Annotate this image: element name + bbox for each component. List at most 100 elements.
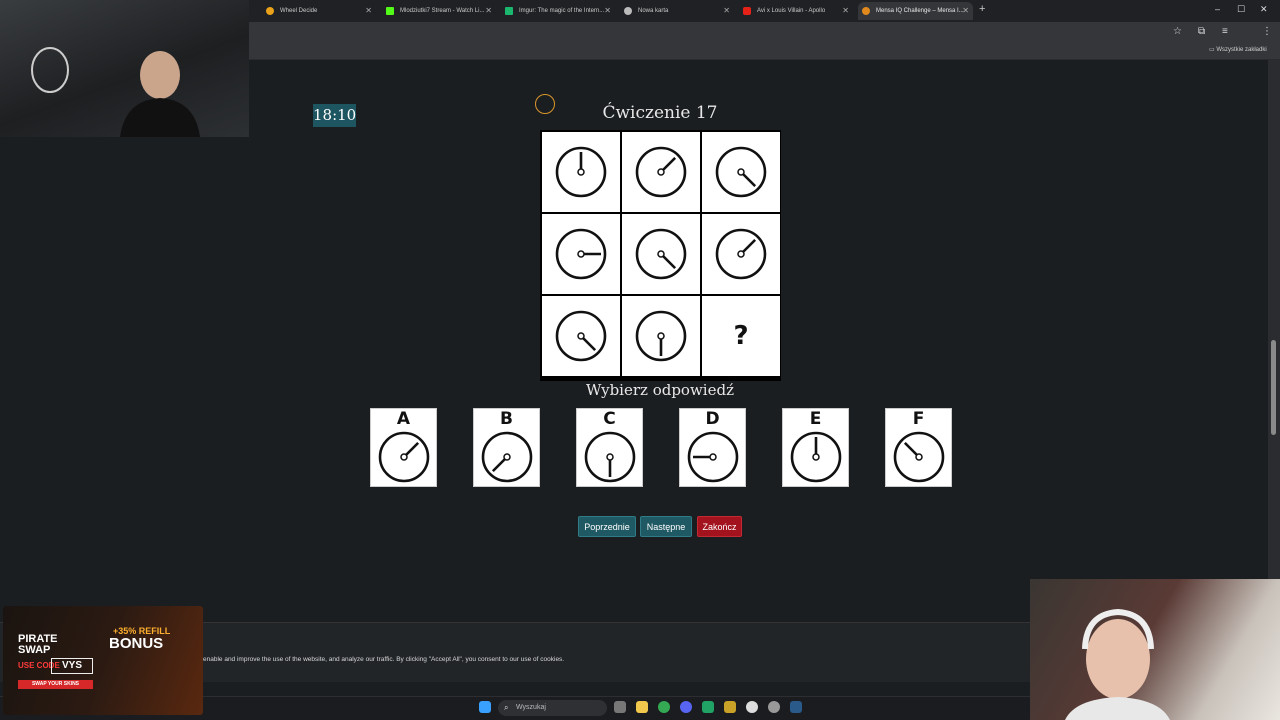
pirateswap-ad-banner: PIRATE SWAP +35% REFILL BONUS USE CODE V… [3,606,203,715]
clock-icon [481,431,533,483]
puzzle-grid: ? [540,130,781,381]
grid-cell [702,132,780,212]
previous-button[interactable]: Poprzednie [578,516,636,537]
answer-option-a[interactable]: A [370,408,437,487]
spreadsheet-icon[interactable] [702,701,714,713]
all-bookmarks-link[interactable]: ▭ Wszystkie zakładki [1209,46,1267,53]
streamer-webcam-bottom-right [1030,579,1280,720]
grid-cell [702,214,780,294]
tab-label: Nowa karta [638,8,669,14]
tab-kick-stream[interactable]: Mlodziutki7 Stream - Watch Li... ✕ [382,2,496,20]
app-icon[interactable] [746,701,758,713]
clock-icon [893,431,945,483]
windows-start-icon[interactable] [479,701,491,713]
new-tab-button[interactable]: + [979,3,985,15]
steam-icon[interactable] [790,701,802,713]
ad-bonus: BONUS [109,635,164,652]
tab-label: Wheel Decide [280,8,318,14]
tab-mensa[interactable]: Mensa IQ Challenge – Mensa I... ✕ [858,2,973,20]
ad-code: VYS [51,658,93,674]
clock-icon [635,228,687,280]
chrome-icon[interactable] [658,701,670,713]
person-silhouette-icon [31,47,200,137]
clock-icon [635,146,687,198]
cookie-text: enable and improve the use of the websit… [203,656,565,663]
clock-icon [687,431,739,483]
star-icon[interactable]: ☆ [1173,26,1182,37]
app-icon[interactable] [724,701,736,713]
answer-option-c[interactable]: C [576,408,643,487]
imgur-favicon-icon [505,7,513,15]
clock-icon [715,228,767,280]
search-placeholder: Wyszukaj [516,704,546,711]
answer-letter: C [603,409,616,429]
taskbar-search-input[interactable]: ⌕ Wyszukaj [498,700,607,716]
choose-answer-label: Wybierz odpowiedź [586,381,734,399]
clock-icon [555,228,607,280]
close-tab-icon[interactable]: ✕ [842,2,849,20]
answer-option-f[interactable]: F [885,408,952,487]
answer-letter: F [912,409,925,429]
tab-imgur[interactable]: Imgur: The magic of the Intern... ✕ [501,2,615,20]
close-window-button[interactable]: ✕ [1260,4,1268,15]
clock-icon [790,431,842,483]
answer-letter: B [500,409,513,429]
streamer-webcam-top-left [0,0,249,137]
next-button[interactable]: Następne [640,516,692,537]
clock-icon [555,310,607,362]
close-tab-icon[interactable]: ✕ [485,2,492,20]
tab-label: Avi x Louis Villain - Apollo [757,8,826,14]
answer-letter: D [705,409,720,429]
tab-youtube[interactable]: Avi x Louis Villain - Apollo ✕ [739,2,853,20]
close-tab-icon[interactable]: ✕ [604,2,611,20]
close-tab-icon[interactable]: ✕ [365,2,372,20]
person-silhouette-icon [1065,608,1170,720]
question-mark: ? [733,321,749,351]
grid-cell [622,132,700,212]
ad-cta: SWAP YOUR SKINS [18,680,93,689]
cursor-highlight-icon [535,94,555,114]
clock-icon [555,146,607,198]
youtube-favicon-icon [743,7,751,15]
tab-wheel-decide[interactable]: Wheel Decide ✕ [262,2,376,20]
answer-option-b[interactable]: B [473,408,540,487]
app-icon[interactable] [768,701,780,713]
answer-letter: A [396,409,411,429]
close-tab-icon[interactable]: ✕ [723,2,730,20]
answer-option-e[interactable]: E [782,408,849,487]
maximize-button[interactable]: ☐ [1237,4,1245,15]
search-icon: ⌕ [504,703,509,712]
grid-cell [622,214,700,294]
kick-favicon-icon [386,7,394,15]
all-bookmarks-label: Wszystkie zakładki [1216,47,1267,53]
finish-button[interactable]: Zakończ [697,516,742,537]
discord-icon[interactable] [680,701,692,713]
timer: 18:10 [313,104,356,127]
tab-label: Mlodziutki7 Stream - Watch Li... [400,8,485,14]
grid-cell [542,296,620,376]
minimize-button[interactable]: – [1215,4,1220,14]
chrome-favicon-icon [624,7,632,15]
tab-label: Imgur: The magic of the Intern... [519,8,605,14]
grid-cell [622,296,700,376]
wheel-favicon-icon [266,7,274,15]
media-icon[interactable]: ≡ [1222,26,1228,37]
clock-icon [635,310,687,362]
missing-cell: ? [702,296,780,376]
extensions-icon[interactable]: ⧉ [1198,26,1205,37]
file-explorer-icon[interactable] [636,701,648,713]
grid-cell [542,214,620,294]
answer-letter: E [809,409,822,429]
clock-icon [584,431,636,483]
tab-label: Mensa IQ Challenge – Mensa I... [876,8,964,14]
grid-cell [542,132,620,212]
close-tab-icon[interactable]: ✕ [962,2,969,20]
clock-icon [378,431,430,483]
tab-new-tab[interactable]: Nowa karta ✕ [620,2,734,20]
menu-icon[interactable]: ⋮ [1262,26,1272,37]
exercise-title: Ćwiczenie 17 [602,103,718,123]
clock-icon [715,146,767,198]
task-view-icon[interactable] [614,701,626,713]
scrollbar-thumb[interactable] [1271,340,1276,435]
answer-option-d[interactable]: D [679,408,746,487]
